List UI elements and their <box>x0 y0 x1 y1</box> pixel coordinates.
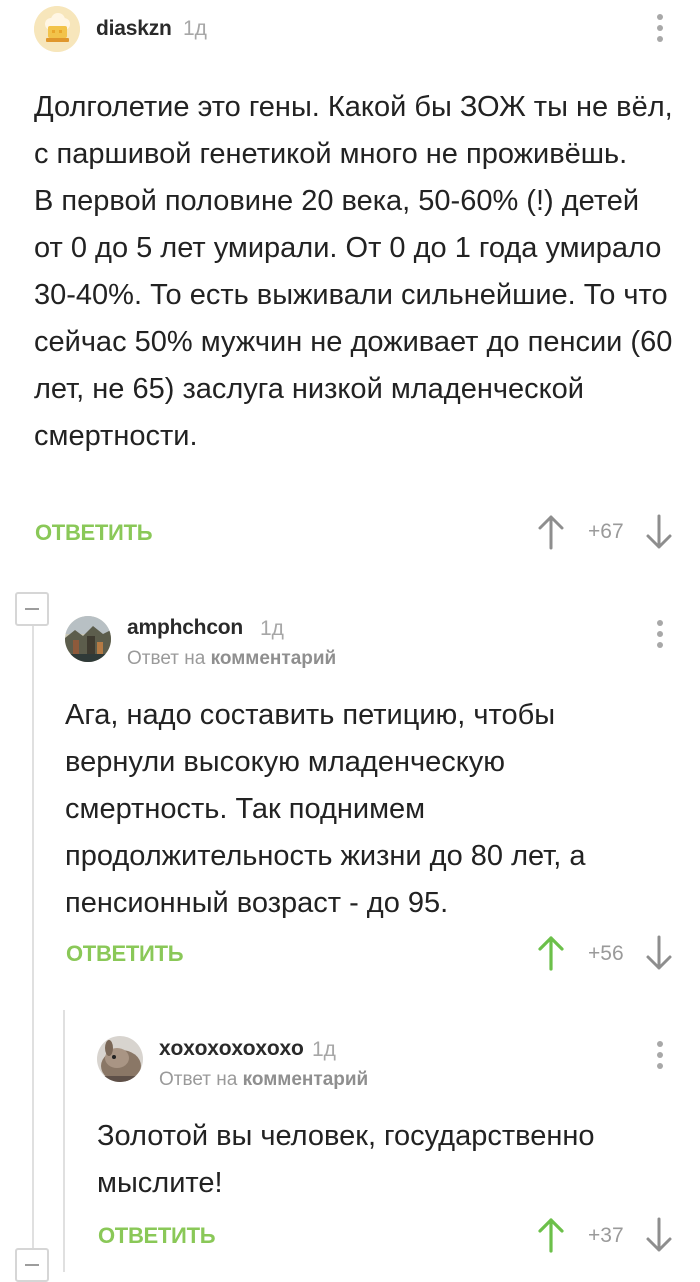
comment-paragraph: Долголетие это гены. Какой бы ЗОЖ ты не … <box>34 91 673 170</box>
rating: +37 <box>588 1224 624 1247</box>
thread-line-level-2 <box>63 1010 65 1272</box>
collapse-thread-button[interactable] <box>15 1248 49 1282</box>
comment-body: Ага, надо составить петицию, чтобы верну… <box>65 692 665 927</box>
minus-icon <box>25 1264 39 1266</box>
upvote-arrow-icon[interactable] <box>537 1217 565 1253</box>
collapse-thread-button[interactable] <box>15 592 49 626</box>
thread-line-level-1 <box>32 626 34 1272</box>
reply-to-target[interactable]: комментарий <box>243 1069 369 1090</box>
reply-to-link[interactable]: Ответ на комментарий <box>159 1069 368 1091</box>
painting-avatar-icon <box>65 616 111 662</box>
username[interactable]: diaskzn <box>96 17 172 41</box>
more-options-icon[interactable] <box>655 1041 665 1073</box>
timestamp: 1д <box>260 617 284 640</box>
reply-button[interactable]: ОТВЕТИТЬ <box>66 941 184 967</box>
more-options-icon[interactable] <box>655 620 665 652</box>
reply-to-target[interactable]: комментарий <box>211 648 337 669</box>
username[interactable]: amphchcon <box>127 616 243 640</box>
chef-hat-avatar-icon <box>34 6 80 52</box>
upvote-arrow-icon[interactable] <box>537 935 565 971</box>
reply-to-prefix: Ответ на <box>159 1069 238 1090</box>
reply-button[interactable]: ОТВЕТИТЬ <box>98 1223 216 1249</box>
comment-body: Золотой вы человек, государственно мысли… <box>97 1113 667 1207</box>
avatar[interactable] <box>97 1036 143 1082</box>
timestamp: 1д <box>312 1038 336 1061</box>
upvote-arrow-icon[interactable] <box>537 514 565 550</box>
downvote-arrow-icon[interactable] <box>645 935 673 971</box>
avatar[interactable] <box>65 616 111 662</box>
rating: +67 <box>588 520 624 543</box>
downvote-arrow-icon[interactable] <box>645 514 673 550</box>
comment-paragraph: Золотой вы человек, государственно мысли… <box>97 1120 595 1199</box>
downvote-arrow-icon[interactable] <box>645 1217 673 1253</box>
rating: +56 <box>588 942 624 965</box>
more-options-icon[interactable] <box>655 14 665 46</box>
comment-paragraph: Ага, надо составить петицию, чтобы верну… <box>65 699 586 919</box>
comment-body: Долголетие это гены. Какой бы ЗОЖ ты не … <box>34 84 674 460</box>
reply-button[interactable]: ОТВЕТИТЬ <box>35 520 153 546</box>
username[interactable]: xoxoxoxoxoxo <box>159 1037 304 1061</box>
reply-to-link[interactable]: Ответ на комментарий <box>127 648 336 670</box>
minus-icon <box>25 608 39 610</box>
timestamp: 1д <box>183 17 207 40</box>
avatar[interactable] <box>34 6 80 52</box>
reply-to-prefix: Ответ на <box>127 648 206 669</box>
comment-paragraph: В первой половине 20 века, 50-60% (!) де… <box>34 185 673 452</box>
animal-avatar-icon <box>97 1036 143 1082</box>
